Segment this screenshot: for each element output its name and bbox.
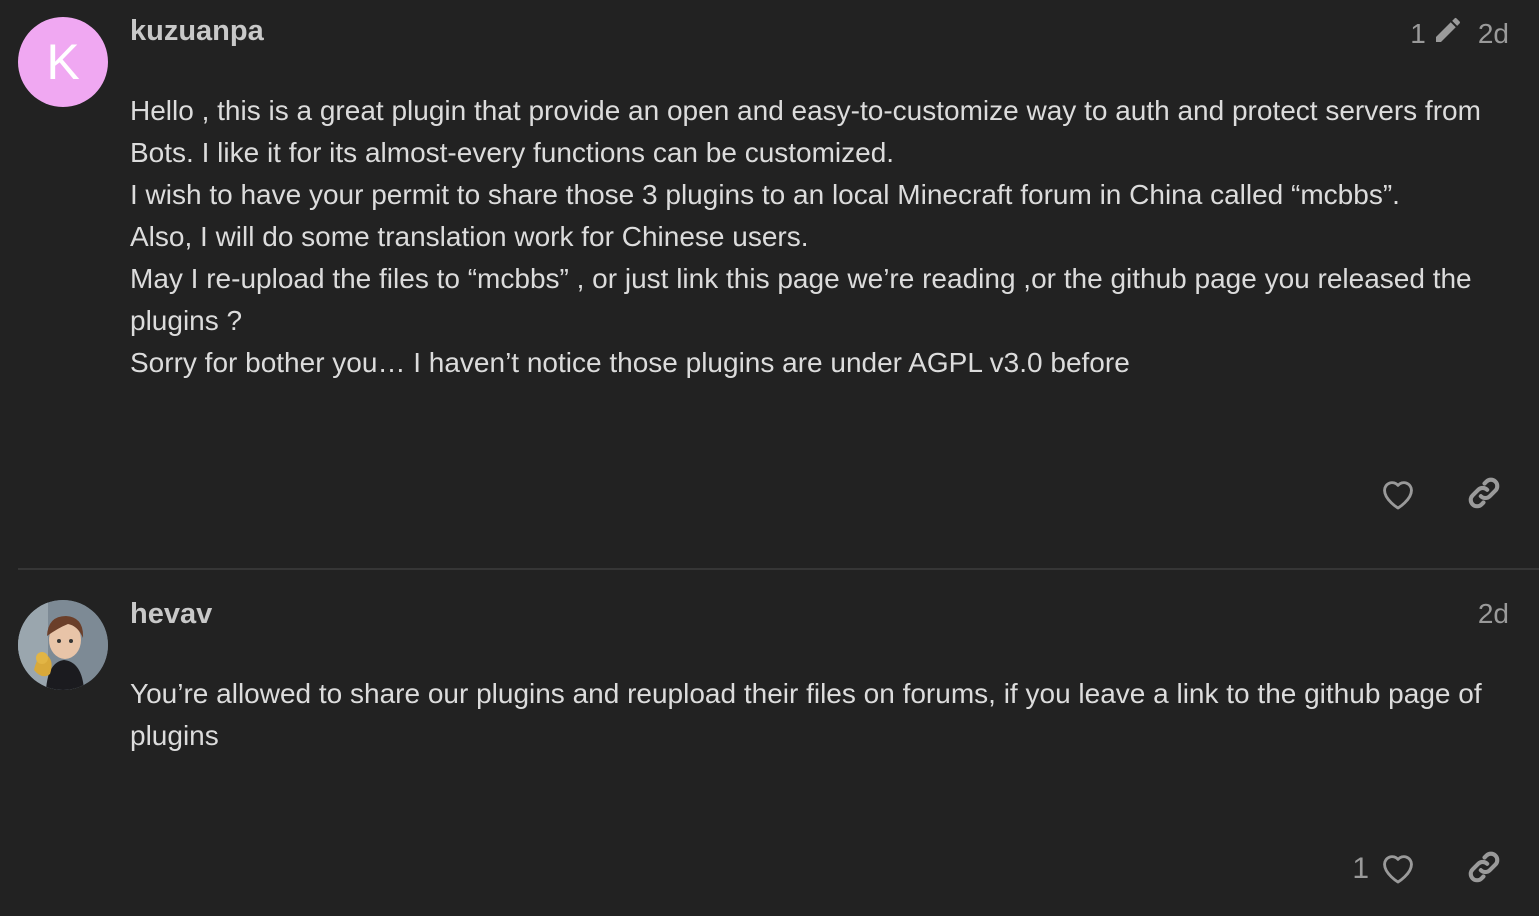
username[interactable]: hevav	[130, 598, 212, 631]
heart-icon	[1379, 849, 1417, 890]
share-link-button[interactable]	[1459, 844, 1509, 894]
post-paragraph: You’re allowed to share our plugins and …	[130, 678, 1482, 751]
avatar-image	[18, 600, 108, 690]
post-actions	[1369, 470, 1509, 520]
avatar[interactable]	[18, 600, 108, 690]
like-button[interactable]	[1373, 844, 1423, 894]
pencil-icon[interactable]	[1432, 14, 1464, 53]
post-paragraph: May I re-upload the files to “mcbbs” , o…	[130, 263, 1472, 336]
link-icon	[1465, 474, 1503, 517]
link-icon	[1465, 848, 1503, 891]
share-link-button[interactable]	[1459, 470, 1509, 520]
avatar[interactable]: K	[18, 17, 108, 107]
post-paragraph: Also, I will do some translation work fo…	[130, 221, 809, 252]
like-button[interactable]	[1373, 470, 1423, 520]
post-date[interactable]: 2d	[1478, 18, 1509, 50]
post-actions: 1	[1352, 844, 1509, 894]
post-body: Hello , this is a great plugin that prov…	[130, 90, 1520, 384]
post-date[interactable]: 2d	[1478, 598, 1509, 630]
post-kuzuanpa: K kuzuanpa 1 2d Hello , this is a great …	[0, 0, 1539, 568]
post-paragraph: Hello , this is a great plugin that prov…	[130, 95, 1481, 168]
heart-icon	[1379, 475, 1417, 516]
post-paragraph: I wish to have your permit to share thos…	[130, 179, 1400, 210]
like-group	[1369, 470, 1423, 520]
post-meta: 2d	[1478, 598, 1509, 630]
post-body: You’re allowed to share our plugins and …	[130, 673, 1520, 757]
post-hevav: hevav 2d You’re allowed to share our plu…	[0, 570, 1539, 916]
avatar-letter: K	[46, 34, 80, 90]
like-group: 1	[1352, 844, 1423, 894]
like-count[interactable]: 1	[1352, 852, 1369, 886]
username[interactable]: kuzuanpa	[130, 15, 264, 48]
edit-count[interactable]: 1	[1410, 18, 1426, 50]
post-meta: 1 2d	[1410, 14, 1509, 53]
post-paragraph: Sorry for bother you… I haven’t notice t…	[130, 347, 1130, 378]
